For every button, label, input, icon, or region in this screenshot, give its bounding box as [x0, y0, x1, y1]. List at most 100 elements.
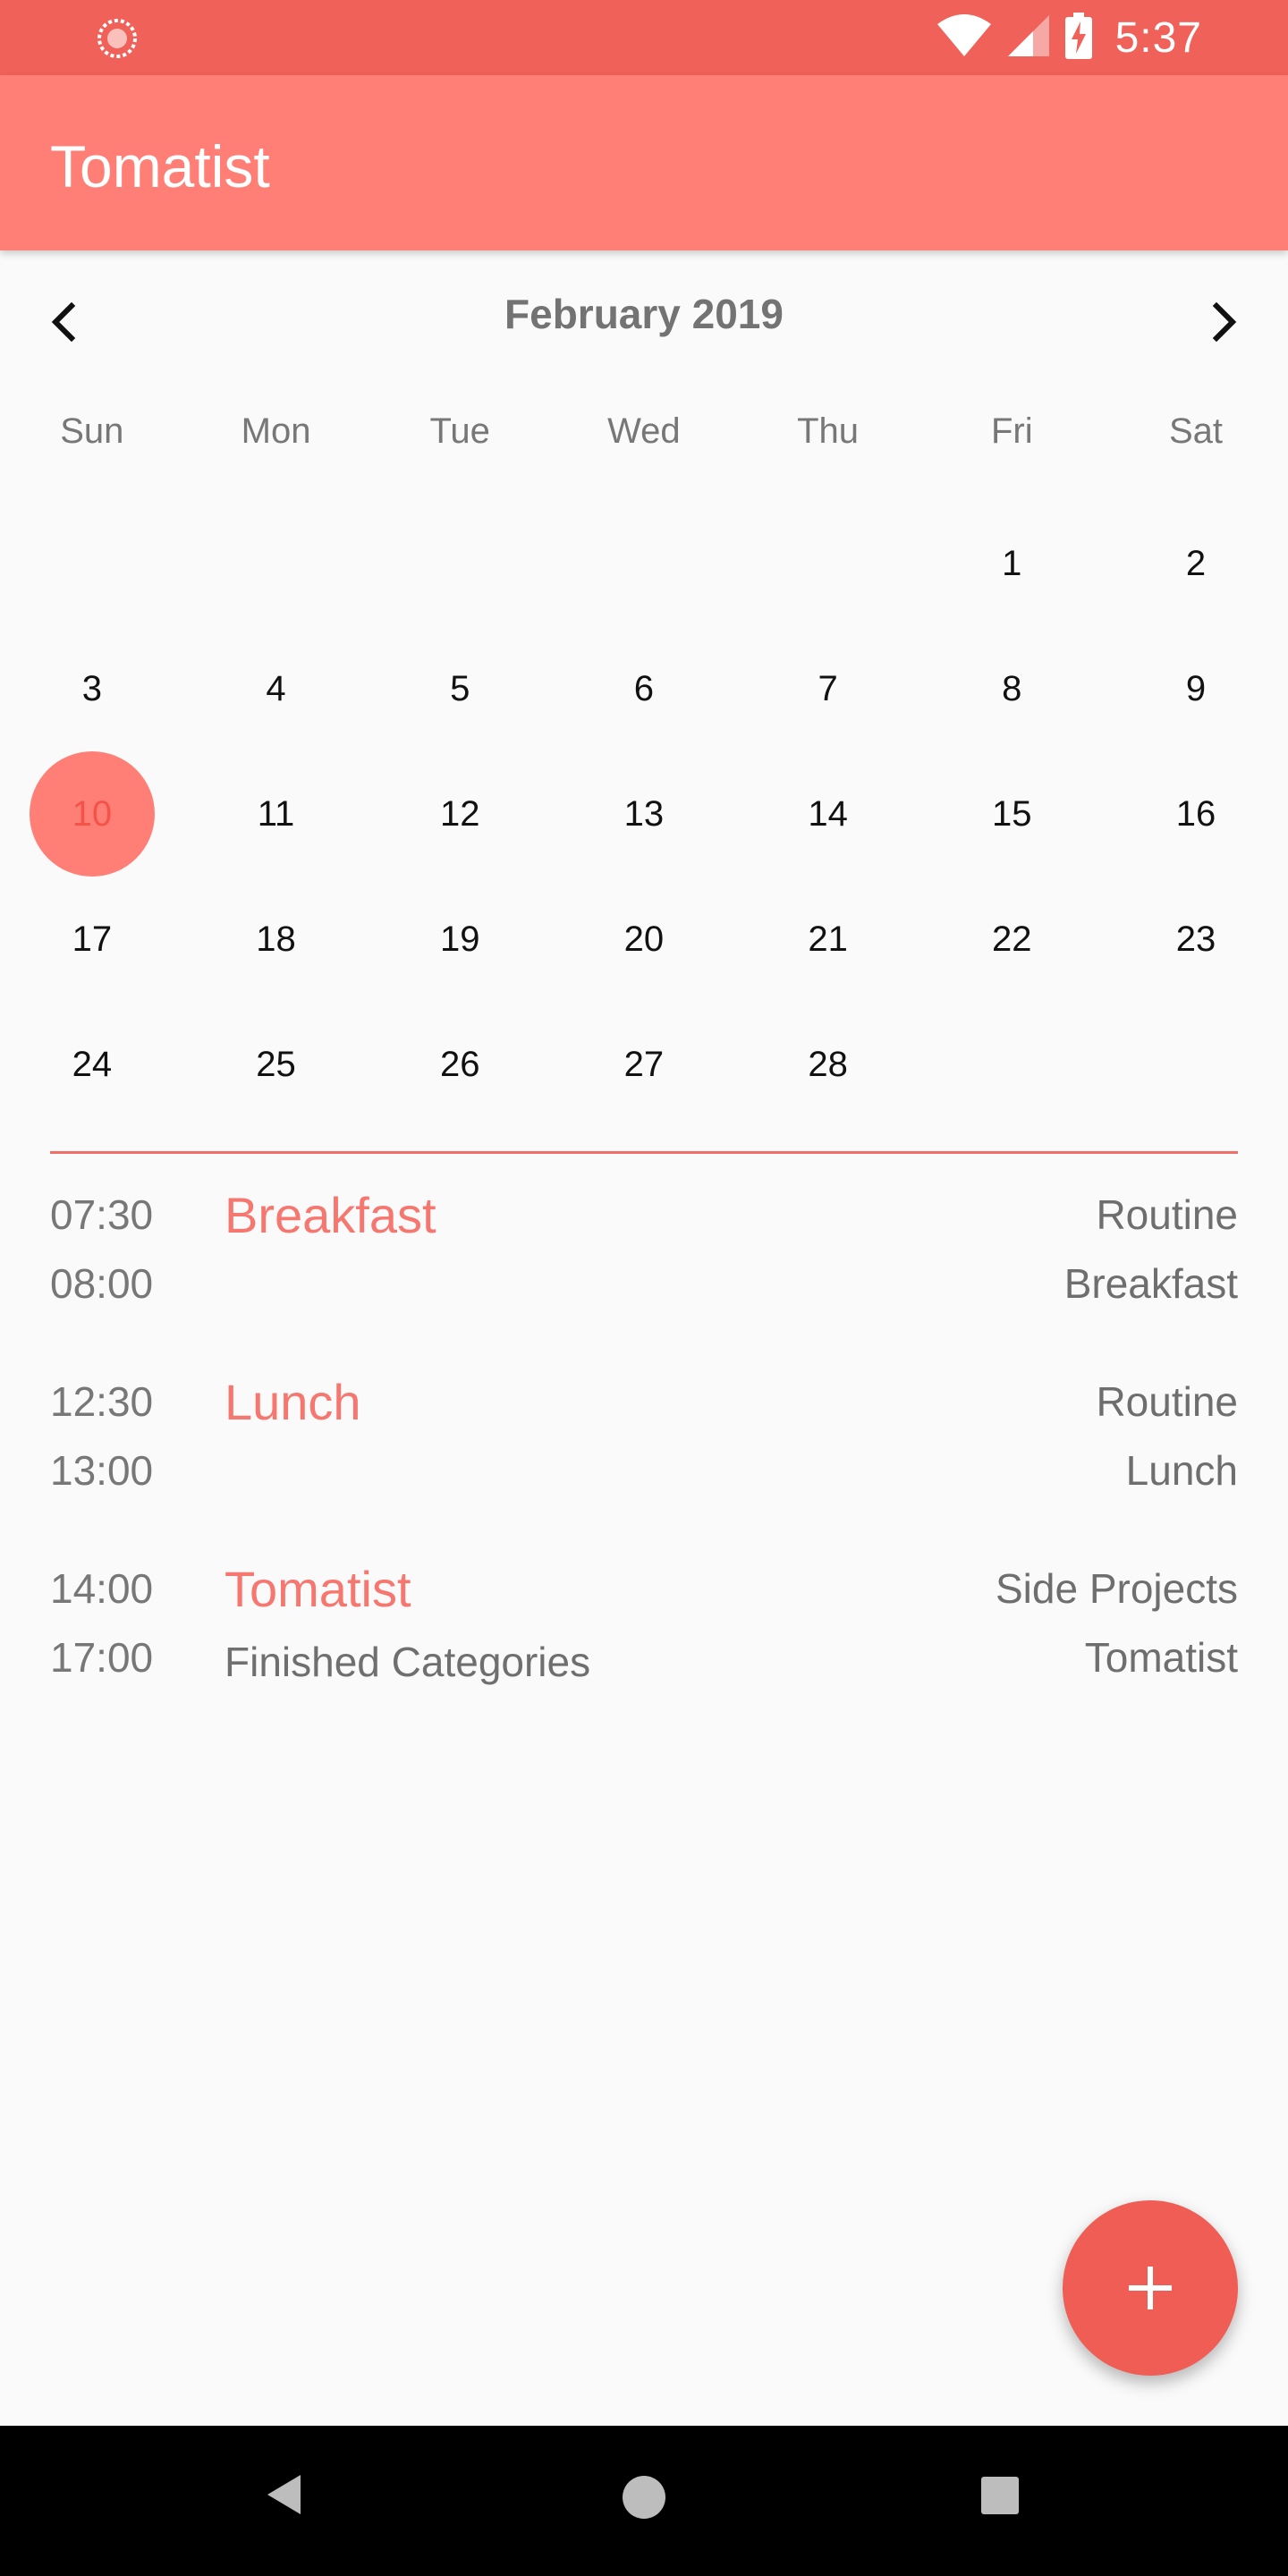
event-item[interactable]: 07:30 08:00 Breakfast Routine Breakfast [50, 1181, 1238, 1368]
event-list: 07:30 08:00 Breakfast Routine Breakfast … [50, 1181, 1238, 1741]
calendar-day[interactable]: 2 [1104, 501, 1288, 626]
month-title: February 2019 [504, 291, 784, 337]
weekday-label: Fri [990, 411, 1033, 451]
event-subtitle: Finished Categories [225, 1639, 591, 1685]
calendar-day-number: 13 [623, 793, 665, 834]
calendar-day-number: 2 [1185, 543, 1207, 583]
calendar-day-number: 28 [808, 1044, 848, 1084]
calendar-day-number: 11 [257, 793, 295, 834]
calendar-day[interactable]: 6 [552, 626, 736, 751]
calendar-day[interactable]: 3 [0, 626, 184, 751]
month-navigation: February 2019 [0, 259, 1288, 367]
calendar-divider [50, 1151, 1238, 1154]
weekday-label: Sat [1168, 411, 1223, 451]
calendar-day-number: 24 [72, 1044, 113, 1084]
calendar-day-number: 20 [623, 919, 665, 959]
calendar-day-number: 16 [1175, 793, 1216, 834]
calendar-day[interactable]: 13 [552, 751, 736, 877]
calendar-day-selected[interactable]: 10 [0, 751, 184, 877]
event-project-label: Breakfast [1063, 1260, 1238, 1307]
weekday-label: Tue [429, 411, 490, 451]
app-title: Tomatist [50, 133, 270, 199]
calendar-day[interactable]: 11 [184, 751, 369, 877]
calendar-day[interactable]: 28 [736, 1002, 920, 1127]
weekday-label: Thu [797, 411, 860, 451]
calendar-day[interactable]: 12 [368, 751, 552, 877]
calendar-day[interactable]: 25 [184, 1002, 369, 1127]
calendar-day-number: 3 [81, 668, 102, 708]
calendar-day-empty [368, 501, 552, 626]
calendar-day-empty [552, 501, 736, 626]
calendar-day[interactable]: 19 [368, 877, 552, 1002]
calendar-day[interactable]: 21 [736, 877, 920, 1002]
calendar-day-number: 10 [72, 793, 113, 834]
event-title: Breakfast [225, 1187, 436, 1243]
weekday-label: Mon [241, 411, 311, 451]
calendar-day[interactable]: 8 [919, 626, 1104, 751]
event-item[interactable]: 14:00 17:00 Tomatist Finished Categories… [50, 1555, 1238, 1741]
calendar-day-number: 22 [992, 919, 1032, 959]
wifi-icon [936, 13, 992, 63]
next-month-button[interactable] [1179, 277, 1268, 367]
calendar-day-number: 14 [808, 793, 848, 834]
calendar-day[interactable]: 1 [919, 501, 1104, 626]
event-start-time: 14:00 [50, 1565, 154, 1612]
event-start-time: 07:30 [50, 1191, 154, 1238]
back-button[interactable] [265, 2472, 304, 2521]
event-title: Tomatist [225, 1561, 411, 1617]
event-category: Side Projects Tomatist [996, 1555, 1238, 1692]
calendar-day[interactable]: 14 [736, 751, 920, 877]
calendar-day[interactable]: 27 [552, 1002, 736, 1127]
calendar-day-empty [0, 501, 184, 626]
calendar-day-number: 1 [1002, 543, 1022, 583]
calendar-day[interactable]: 15 [919, 751, 1104, 877]
calendar-day[interactable]: 5 [368, 626, 552, 751]
calendar-day[interactable]: 24 [0, 1002, 184, 1127]
calendar-day-number: 7 [818, 668, 838, 708]
event-project-label: Tomatist [1084, 1634, 1238, 1681]
back-icon [267, 2475, 301, 2514]
calendar-day-number: 6 [633, 668, 655, 708]
calendar-day[interactable]: 22 [919, 877, 1104, 1002]
calendar-day-number: 5 [450, 668, 470, 708]
calendar-day[interactable]: 23 [1104, 877, 1288, 1002]
weekday-label: Sun [60, 411, 124, 451]
calendar-day-number: 26 [439, 1044, 480, 1084]
calendar-day-number: 21 [808, 919, 848, 959]
add-event-button[interactable] [1063, 2200, 1238, 2376]
home-button[interactable] [623, 2476, 665, 2519]
calendar-day[interactable]: 16 [1104, 751, 1288, 877]
calendar-day-number: 4 [266, 668, 286, 708]
calendar-day-empty [1104, 1002, 1288, 1127]
calendar-day-number: 25 [256, 1044, 296, 1084]
weekday-header: Sun Mon Tue Wed Thu Fri Sat [0, 411, 1288, 465]
calendar-day-empty [736, 501, 920, 626]
calendar-day-number: 23 [1175, 919, 1216, 959]
calendar-day-number: 12 [439, 793, 480, 834]
event-end-time: 08:00 [50, 1260, 154, 1307]
event-start-time: 12:30 [50, 1378, 154, 1425]
calendar-day[interactable]: 9 [1104, 626, 1288, 751]
chevron-right-icon [1212, 302, 1237, 342]
event-category: Routine Breakfast [1064, 1181, 1238, 1318]
calendar-day[interactable]: 18 [184, 877, 369, 1002]
app-notification-icon [97, 18, 138, 59]
calendar-day-number: 18 [256, 919, 296, 959]
calendar-day-grid: 1 2 3 4 5 6 7 8 9 10 11 12 13 14 15 16 17 18 19 20 21 22 23 24 2… [0, 501, 1288, 1127]
system-navigation-bar [0, 2426, 1288, 2576]
event-item[interactable]: 12:30 13:00 Lunch Routine Lunch [50, 1368, 1238, 1555]
event-times: 12:30 13:00 [50, 1368, 153, 1505]
calendar-day[interactable]: 4 [184, 626, 369, 751]
calendar-day[interactable]: 7 [736, 626, 920, 751]
event-title: Lunch [225, 1374, 361, 1430]
calendar-day[interactable]: 20 [552, 877, 736, 1002]
calendar-day[interactable]: 17 [0, 877, 184, 1002]
recents-button[interactable] [981, 2477, 1019, 2514]
event-category-label: Side Projects [995, 1565, 1238, 1612]
event-project-label: Lunch [1125, 1447, 1238, 1494]
event-end-time: 13:00 [50, 1447, 154, 1494]
calendar-day[interactable]: 26 [368, 1002, 552, 1127]
calendar-day-number: 17 [72, 919, 113, 959]
calendar-day-number: 9 [1185, 668, 1207, 708]
status-time: 5:37 [1114, 13, 1202, 62]
